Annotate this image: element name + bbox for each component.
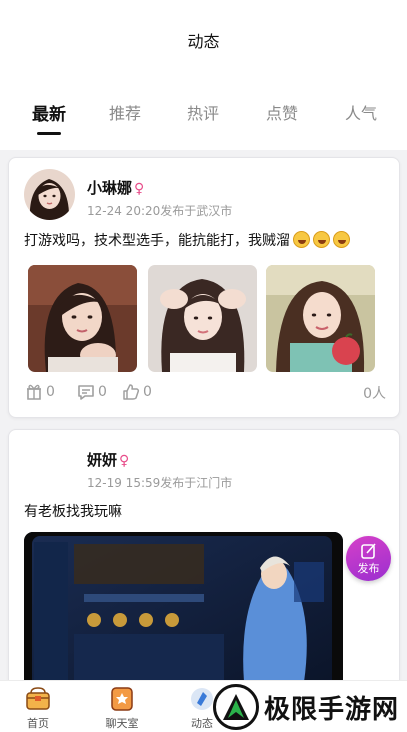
gift-icon (27, 384, 41, 400)
post-text: 有老板找我玩嘛 (24, 504, 122, 520)
avatar[interactable] (24, 169, 75, 220)
post-meta: 12-24 20:20发布于武汉市 (87, 204, 233, 218)
tab-recommended[interactable]: 推荐 (109, 100, 141, 124)
post-photo-1[interactable] (28, 265, 137, 372)
nav-home-label: 首页 (27, 717, 49, 730)
moments-icon (189, 686, 215, 712)
post-text-body: 打游戏吗，技术型选手，能抗能打，我贼溜 (24, 233, 290, 249)
watermark-logo-icon (213, 684, 259, 730)
publish-button[interactable]: 发布 (346, 536, 391, 581)
post-photo-2[interactable] (148, 265, 257, 372)
comment-count: 0 (98, 384, 107, 400)
people-count: 0人 (363, 386, 386, 402)
post-card[interactable]: 妍妍 ♀ 12-19 15:59发布于江门市 有老板找我玩嘛 (8, 429, 400, 689)
comment-button[interactable]: 0 (76, 381, 107, 403)
watermark-text: 极限手游网 (264, 694, 400, 725)
thumbs-up-icon (123, 384, 140, 400)
page-title: 动态 (187, 32, 220, 51)
username[interactable]: 妍妍 ♀ (87, 449, 129, 470)
feed-tabs: 最新 推荐 热评 点赞 人气 (0, 100, 407, 140)
tab-latest[interactable]: 最新 (32, 100, 66, 125)
tab-hot-comments[interactable]: 热评 (187, 100, 219, 124)
comment-icon (78, 385, 94, 400)
treasure-chest-icon (25, 686, 51, 712)
female-icon: ♀ (119, 453, 130, 469)
edit-icon (360, 542, 376, 559)
nav-home[interactable]: 首页 (8, 686, 68, 731)
like-count: 0 (143, 384, 152, 400)
site-watermark: 极限手游网 (213, 683, 399, 731)
like-button[interactable]: 0 (121, 381, 152, 403)
post-card[interactable]: 小琳娜 ♀ 12-24 20:20发布于武汉市 打游戏吗，技术型选手，能抗能打，我… (8, 157, 400, 418)
post-photo-game-screenshot[interactable] (24, 532, 343, 688)
post-text: 打游戏吗，技术型选手，能抗能打，我贼溜 (24, 230, 350, 250)
tab-likes[interactable]: 点赞 (266, 100, 298, 124)
post-photo-3[interactable] (266, 265, 375, 372)
post-actions: 0 0 0 0人 (24, 381, 386, 405)
photo-grid (28, 265, 378, 372)
username[interactable]: 小琳娜 ♀ (87, 177, 144, 198)
grin-icon (293, 231, 310, 248)
active-tab-indicator (37, 132, 61, 135)
gift-count: 0 (46, 384, 55, 400)
username-text: 妍妍 (87, 451, 118, 469)
post-meta: 12-19 15:59发布于江门市 (87, 476, 233, 490)
female-icon: ♀ (134, 181, 145, 197)
tab-popularity[interactable]: 人气 (345, 100, 377, 124)
avatar[interactable] (24, 441, 75, 492)
publish-label: 发布 (357, 561, 380, 575)
page-header: 动态 最新 推荐 热评 点赞 人气 (0, 0, 407, 150)
grin-icon (333, 231, 350, 248)
grin-icon (313, 231, 330, 248)
chat-room-icon (109, 686, 135, 712)
username-text: 小琳娜 (87, 179, 133, 197)
nav-chat-room-label: 聊天室 (105, 717, 139, 730)
gift-button[interactable]: 0 (24, 381, 55, 403)
nav-chat-room[interactable]: 聊天室 (92, 686, 152, 731)
